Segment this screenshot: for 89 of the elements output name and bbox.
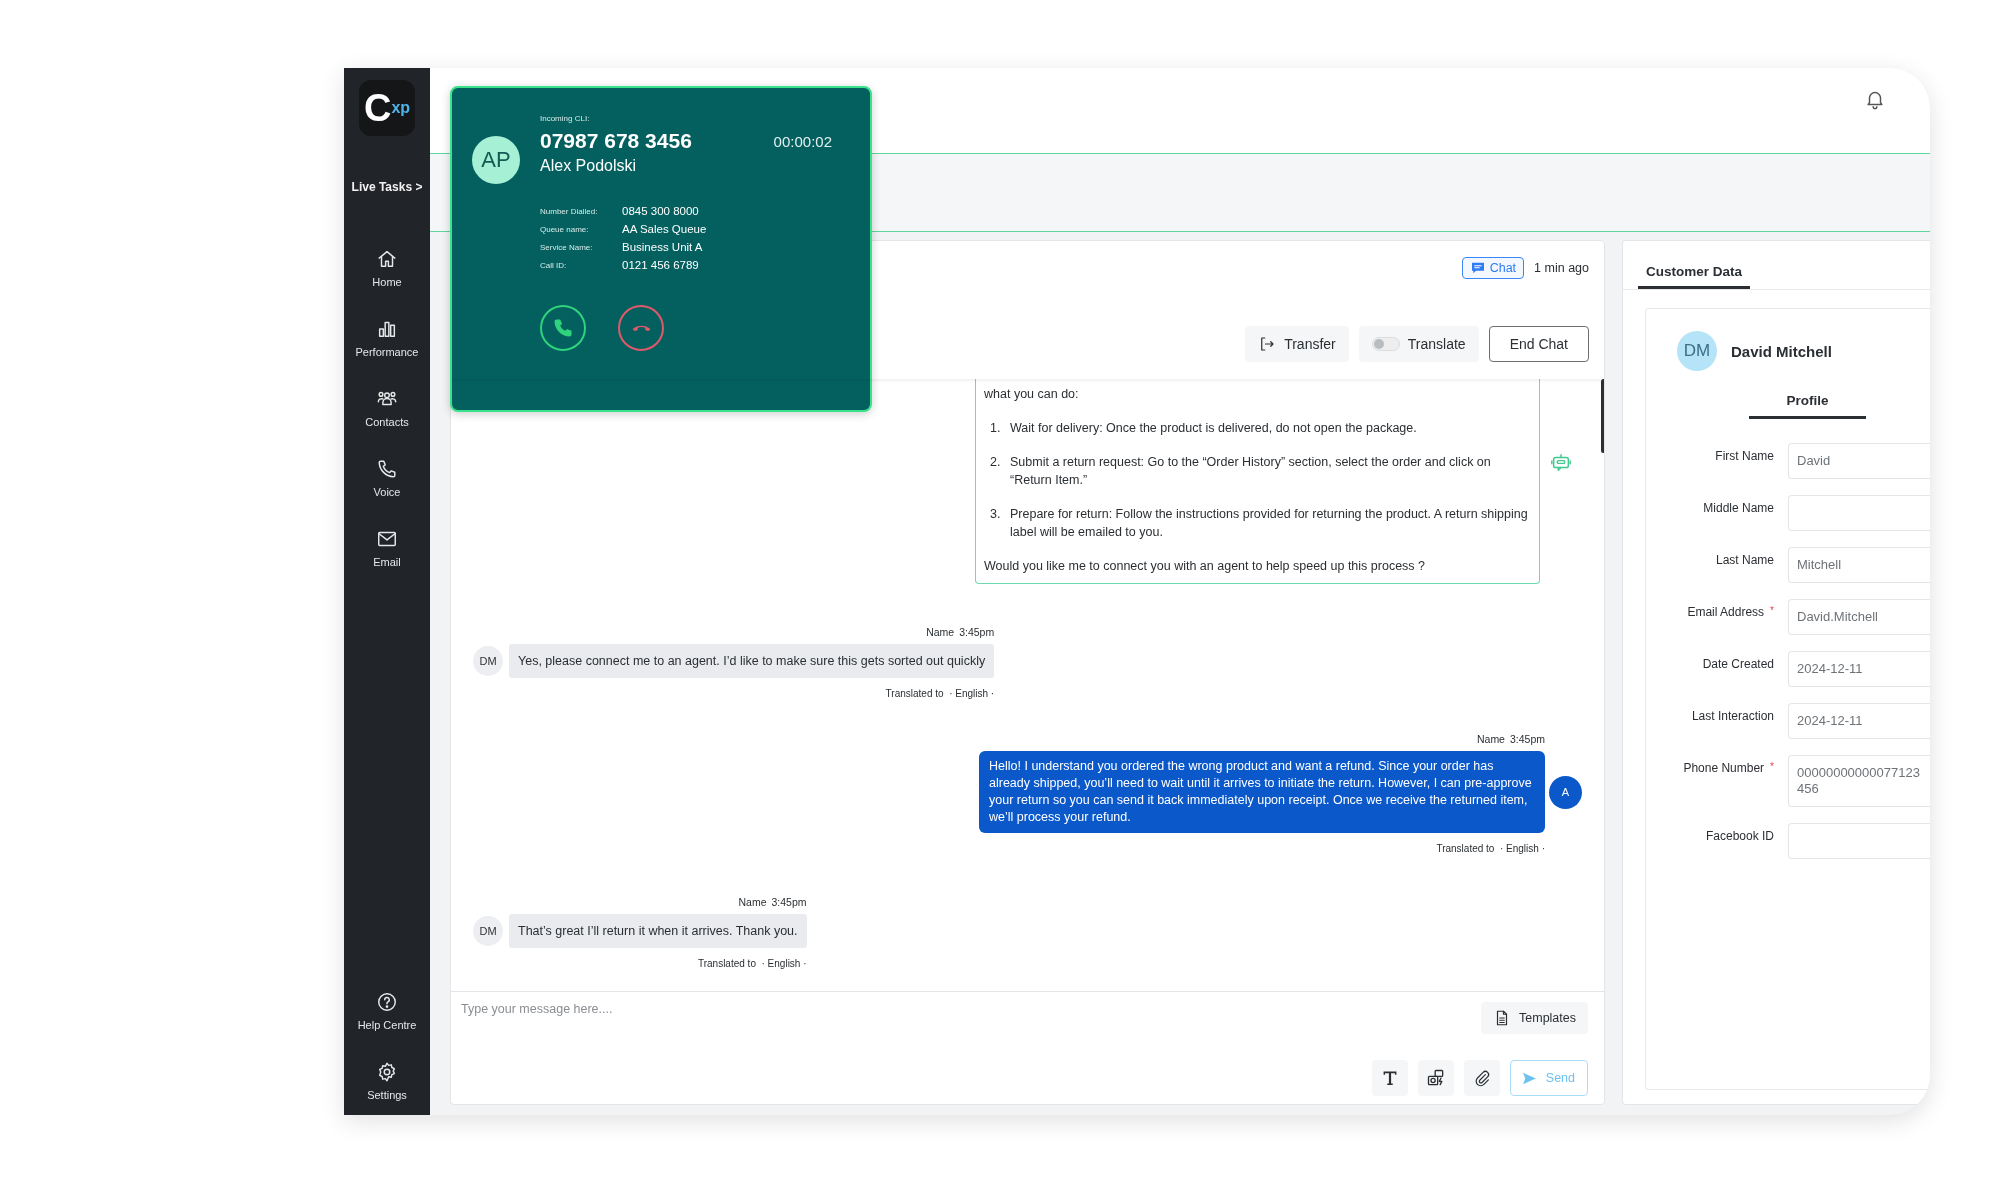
input-field[interactable]: 2024-12-11 (1788, 651, 1930, 687)
phone-icon (552, 317, 574, 339)
phone-icon (376, 458, 398, 480)
caller-name: Alex Podolski (540, 157, 638, 175)
field-label: Phone Number (1683, 761, 1765, 775)
avatar: A (1549, 775, 1582, 809)
customer-name: David Mitchell (1731, 342, 1832, 360)
field-label: Middle Name (1703, 501, 1774, 515)
sender-name: Name (738, 896, 767, 908)
message-time: 3:45pm (1509, 733, 1545, 745)
input-field[interactable]: Mitchell (1788, 547, 1930, 583)
step-text: Submit a return request: Go to the “Order History” section, select the order and click on “Return Item.” (1010, 454, 1492, 489)
step-text: Wait for delivery: Once the product is delivered, do not open the package. (1010, 420, 1418, 437)
nav-item[interactable]: Email (347, 528, 427, 568)
input-field[interactable]: David (1788, 443, 1930, 479)
nav-item[interactable]: Contacts (347, 388, 427, 428)
input-field[interactable]: David.Mitchell (1788, 599, 1930, 635)
message-time: 3:45pm (959, 626, 995, 638)
avatar: DM (1677, 331, 1717, 371)
field-label: Last Interaction (1691, 709, 1774, 723)
translation-note: Translated to · English · (1436, 843, 1545, 854)
detail-label: Number Dialled: (540, 206, 599, 216)
live-tasks-link[interactable]: Live Tasks > (351, 180, 423, 194)
input-field[interactable] (1788, 495, 1930, 531)
detail-value: 0845 300 8000 (622, 205, 700, 217)
text-format-button[interactable] (1371, 1060, 1408, 1096)
message-bubble: Yes, please connect me to an agent. I’d like to make sure this gets sorted out quickly (509, 644, 995, 678)
detail-label: Queue name: (540, 224, 590, 234)
tab[interactable]: Customer Data (1638, 264, 1751, 289)
translation-note: Translated to · English · (697, 958, 807, 969)
answer-button[interactable] (540, 305, 586, 351)
tab[interactable]: Profile (1749, 393, 1866, 419)
message-age: 1 min ago (1534, 261, 1589, 275)
home-icon (376, 248, 398, 270)
toggle-switch[interactable] (1371, 337, 1400, 351)
message-input[interactable]: Type your message here.... (461, 1002, 1161, 1026)
step-text: Prepare for return: Follow the instructions provided for returning the product. A return shipping label will be emailed to you. (1010, 506, 1529, 541)
decline-button[interactable] (618, 305, 664, 351)
help-icon (376, 991, 398, 1013)
step-number: 3. (990, 506, 1002, 523)
channel-label: Chat (1489, 261, 1517, 275)
chat-icon (1469, 260, 1486, 276)
sender-name: Name (926, 626, 955, 638)
input-field[interactable] (1788, 823, 1930, 859)
transfer-button[interactable]: Transfer (1245, 326, 1349, 362)
nav-item[interactable]: Voice (347, 458, 427, 498)
message-bubble: That’s great I’ll return it when it arrives. Thank you. (509, 914, 807, 948)
templates-button[interactable]: Templates (1481, 1002, 1588, 1034)
nav-item[interactable]: Settings (347, 1061, 427, 1101)
nav-item[interactable]: Performance (347, 318, 427, 358)
message-bubble: Hello! I understand you ordered the wrong product and want a refund. Since your order has already shipped, you’ll need to wait until it arrives to initiate the return. However, I can pre-approve your return so you can send it back immediately upon receipt. Once we receive the returned item, we’ll process your refund. (979, 751, 1545, 833)
detail-value: AA Sales Queue (622, 223, 707, 235)
nav-item[interactable]: Home (347, 248, 427, 288)
end-chat-button[interactable]: End Chat (1488, 326, 1589, 362)
avatar: DM (473, 646, 503, 676)
call-timer: 00:00:02 (773, 132, 832, 150)
nav-item[interactable]: Help Centre (347, 991, 427, 1031)
sender-name: Name (1476, 733, 1505, 745)
message-text: what you can do: (984, 386, 1080, 403)
detail-value: 0121 456 6789 (622, 259, 700, 271)
hang-up-icon (631, 324, 651, 332)
field-label: Date Created (1702, 657, 1774, 671)
image-icon (1425, 1068, 1446, 1088)
required-mark: * (1770, 605, 1774, 618)
avatar: AP (472, 136, 520, 184)
step-number: 1. (990, 420, 1002, 437)
toggle-label: Translate (1407, 336, 1466, 352)
attach-button[interactable] (1463, 1060, 1500, 1096)
translation-note: Translated to · English · (885, 688, 995, 699)
translate-toggle[interactable]: Translate (1358, 326, 1479, 362)
call-caption: Incoming CLI: (540, 114, 591, 123)
message-text: Would you like me to connect you with an agent to help speed up this process ? (984, 558, 1426, 575)
field-label: Last Name (1715, 553, 1774, 567)
message-time: 3:45pm (771, 896, 807, 908)
field-label: Email Address (1687, 605, 1765, 619)
logo: C$^{xp}$ (359, 80, 415, 136)
avatar: DM (473, 916, 503, 946)
detail-value: Business Unit A (622, 241, 704, 253)
image-button[interactable] (1417, 1060, 1454, 1096)
settings-icon (376, 1061, 398, 1083)
detail-label: Service Name: (540, 242, 594, 252)
field-label: Facebook ID (1705, 829, 1774, 843)
input-field[interactable]: 2024-12-11 (1788, 703, 1930, 739)
detail-label: Call ID: (540, 260, 568, 270)
step-number: 2. (990, 454, 1002, 471)
input-field[interactable]: 00000000000077123456 (1788, 755, 1930, 807)
field-label: First Name (1715, 449, 1774, 463)
caller-number: 07987 678 3456 (540, 129, 692, 153)
required-mark: * (1770, 761, 1774, 774)
